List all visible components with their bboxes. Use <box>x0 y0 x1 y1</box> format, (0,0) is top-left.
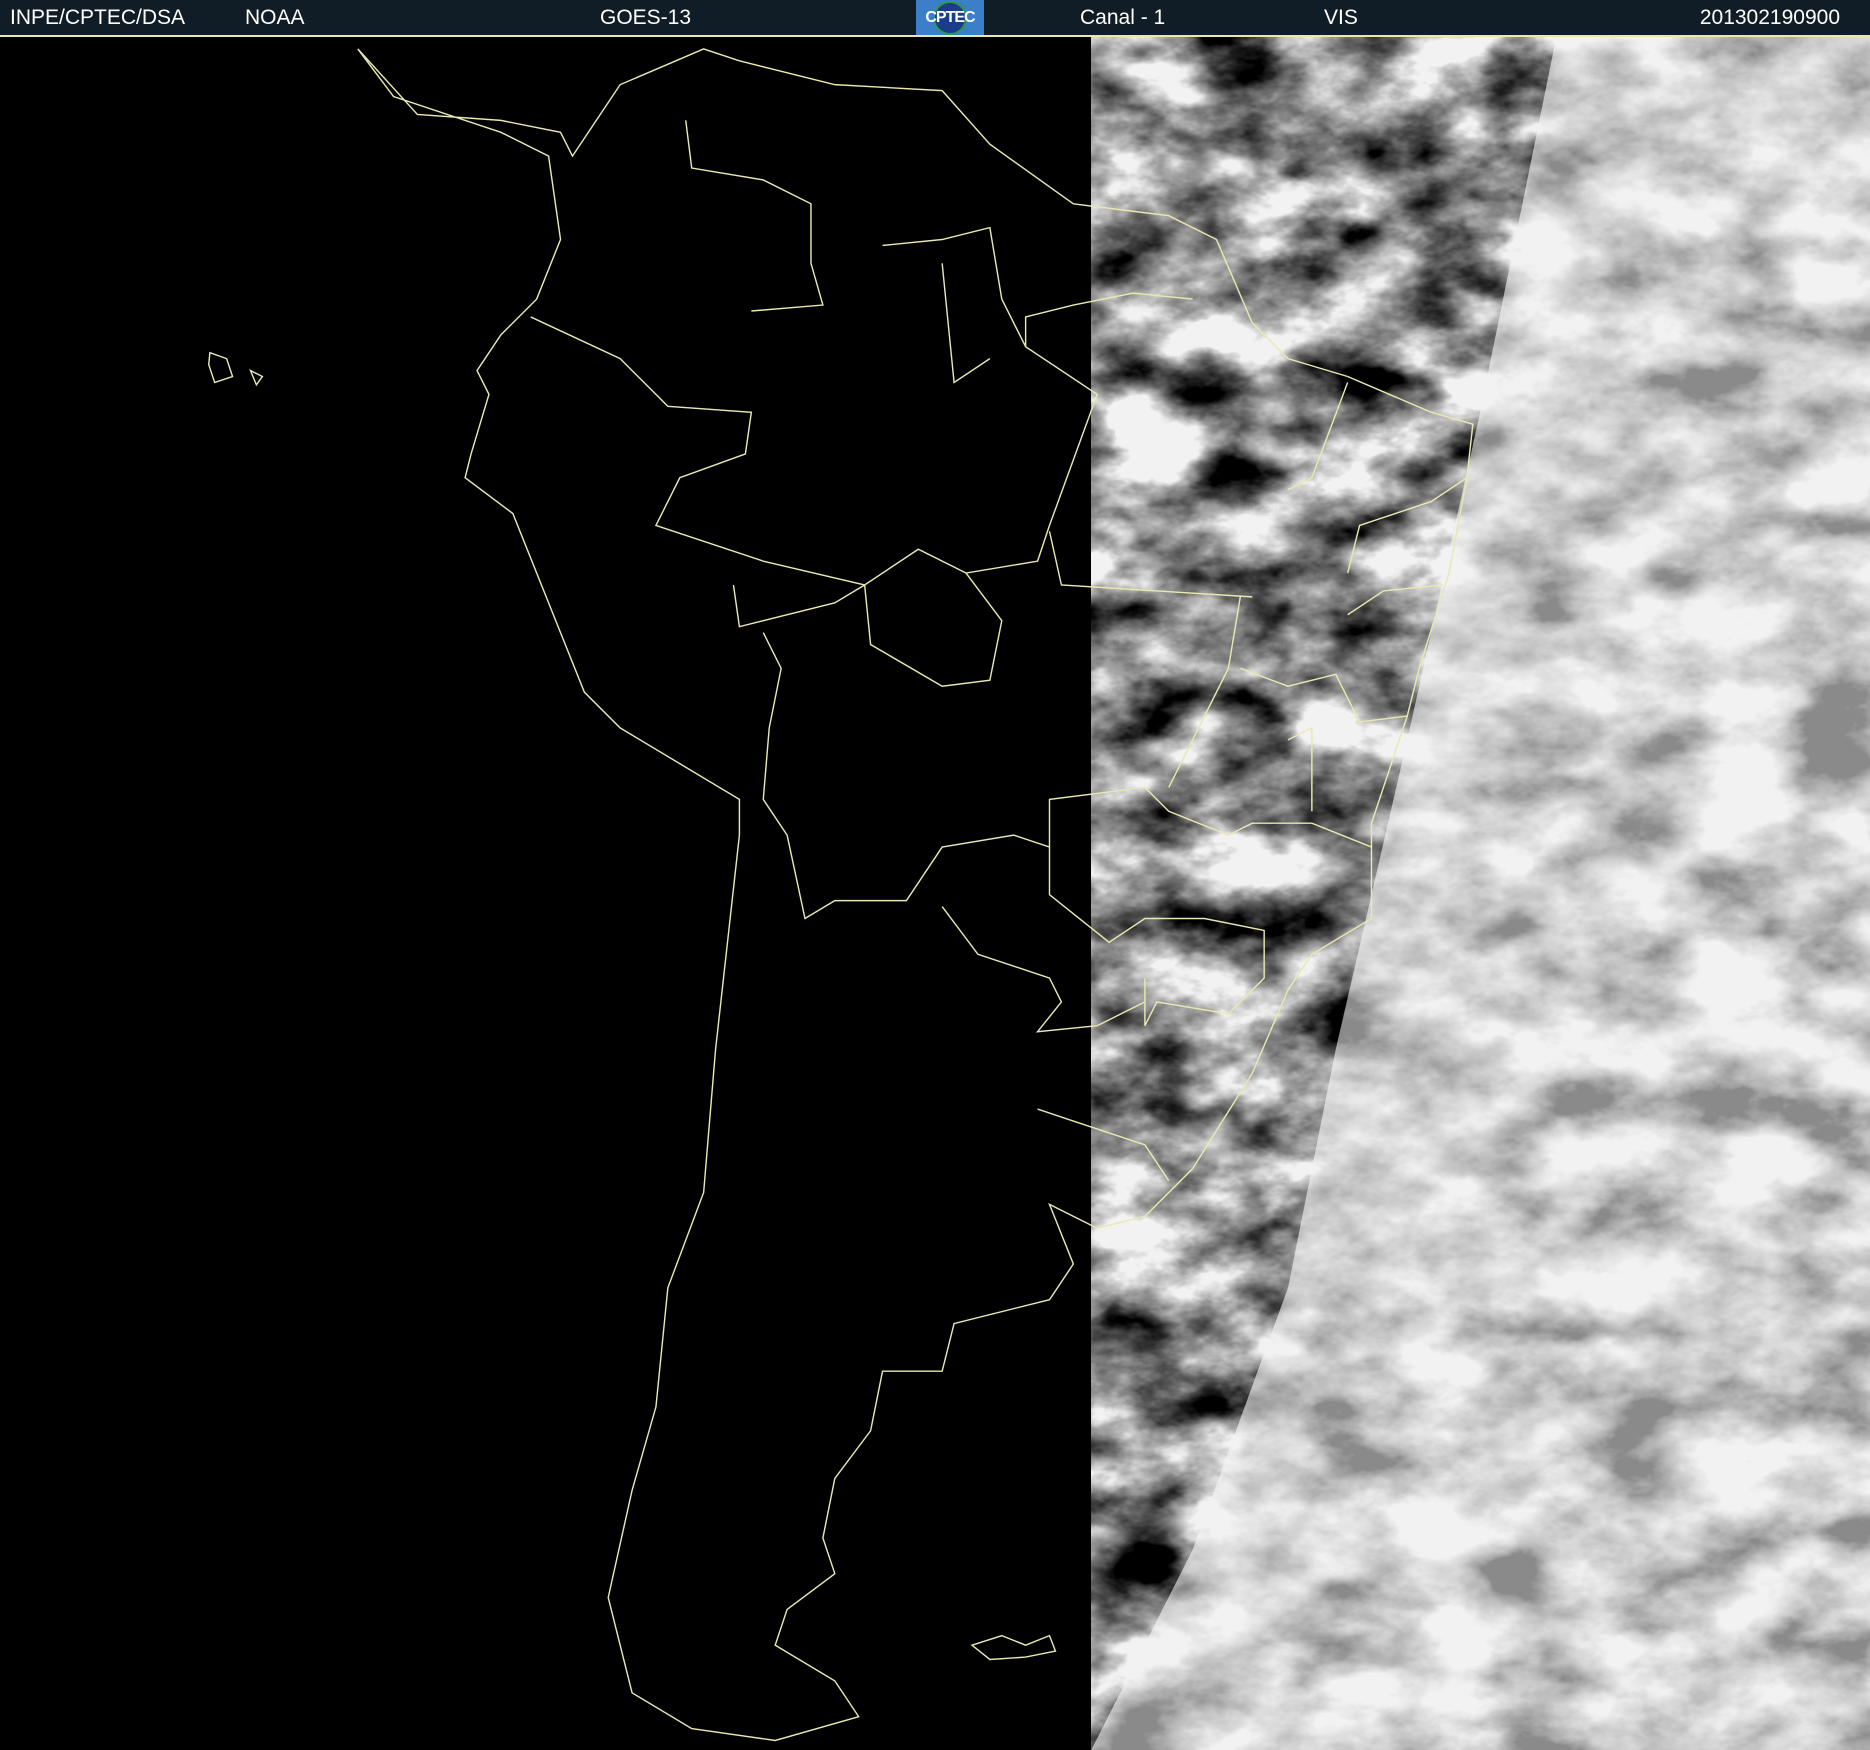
agency-label: NOAA <box>245 6 305 29</box>
logo-text: CPTEC <box>925 8 975 26</box>
satellite-image-viewer: INPE/CPTEC/DSA NOAA GOES-13 CPTEC Canal … <box>0 0 1870 1750</box>
timestamp-label: 201302190900 <box>1699 6 1840 29</box>
institution-label: INPE/CPTEC/DSA <box>10 6 186 29</box>
image-header: INPE/CPTEC/DSA NOAA GOES-13 CPTEC Canal … <box>0 0 1870 37</box>
band-label: VIS <box>1324 6 1358 29</box>
channel-label: Canal - 1 <box>1080 6 1166 29</box>
cptec-logo: CPTEC <box>916 0 984 35</box>
satellite-map <box>0 37 1870 1750</box>
satellite-label: GOES-13 <box>600 6 692 29</box>
